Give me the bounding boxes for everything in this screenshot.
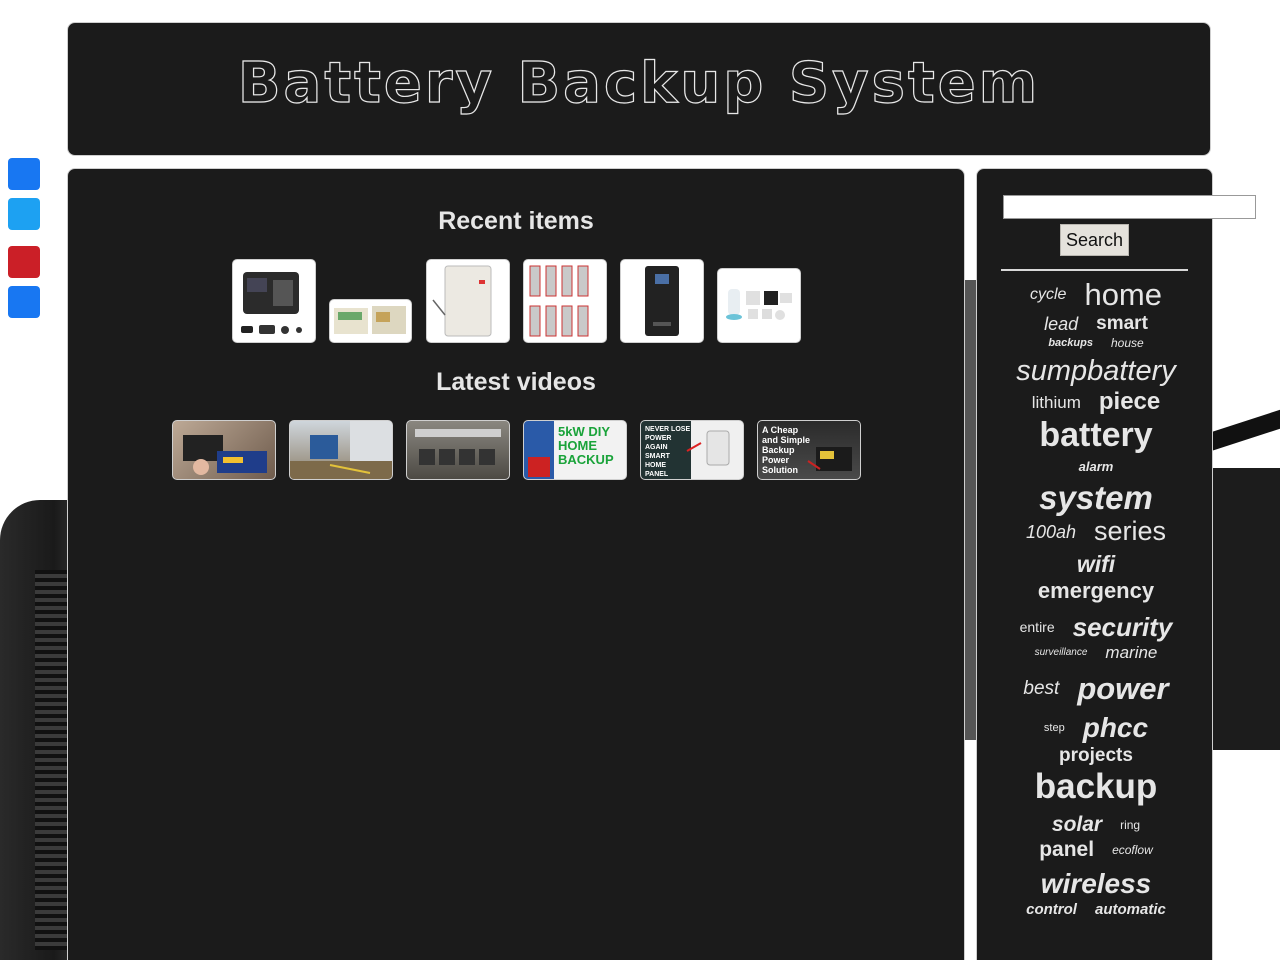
- sidebar-divider: [1001, 269, 1188, 271]
- tag-link[interactable]: projects: [1059, 746, 1133, 765]
- search-input[interactable]: [1003, 195, 1256, 219]
- tag-link[interactable]: wireless: [1041, 870, 1152, 898]
- tag-link[interactable]: lead: [1044, 315, 1078, 333]
- tag-link[interactable]: best: [1023, 679, 1059, 698]
- tag-link[interactable]: power: [1077, 673, 1168, 704]
- tag-link[interactable]: entire: [1020, 620, 1055, 634]
- recent-item-alarm-kit[interactable]: [717, 268, 801, 343]
- recent-item-ups-white[interactable]: [426, 259, 510, 343]
- search-button[interactable]: Search: [1060, 224, 1129, 256]
- video-thumb[interactable]: 5kW DIY HOME BACKUP: [523, 420, 627, 480]
- video-caption: A Cheap and Simple Backup Power Solution: [762, 425, 811, 475]
- sidebar: Search cycle home lead smart backups house …: [976, 168, 1256, 960]
- tag-link[interactable]: ring: [1120, 819, 1140, 831]
- recent-items-heading: Recent items: [438, 207, 594, 235]
- tag-link[interactable]: piece: [1099, 390, 1160, 414]
- recent-item-battery-packs[interactable]: [523, 259, 607, 343]
- share-bar: [8, 158, 40, 326]
- pinterest-share-button[interactable]: [8, 246, 40, 278]
- generic-share-button[interactable]: [8, 286, 40, 318]
- tag-link[interactable]: panel: [1039, 839, 1094, 860]
- tag-link[interactable]: wifi: [1077, 553, 1115, 576]
- tag-link[interactable]: home: [1084, 279, 1162, 310]
- tag-link[interactable]: alarm: [1079, 460, 1114, 473]
- tag-link[interactable]: solar: [1052, 814, 1102, 835]
- twitter-share-button[interactable]: [8, 198, 40, 230]
- video-caption: 5kW DIY HOME BACKUP: [558, 424, 614, 467]
- tag-link[interactable]: step: [1044, 722, 1065, 734]
- tag-link[interactable]: lithium: [1032, 394, 1081, 411]
- video-thumb[interactable]: [289, 420, 393, 480]
- video-caption: NEVER LOSE POWER AGAIN SMART HOME PANEL: [645, 426, 691, 478]
- video-thumb[interactable]: A Cheap and Simple Backup Power Solution: [757, 420, 861, 480]
- main-content: Recent items Latest videos 5kW DIY HOME …: [67, 168, 965, 960]
- facebook-share-button[interactable]: [8, 158, 40, 190]
- recent-items-row: [232, 259, 802, 343]
- tag-link[interactable]: 100ah: [1026, 523, 1076, 541]
- recent-item-battery-boxes[interactable]: [329, 299, 412, 343]
- tag-link[interactable]: security: [1073, 614, 1173, 640]
- tag-link[interactable]: system: [1039, 481, 1153, 514]
- tag-link[interactable]: ecoflow: [1112, 844, 1153, 856]
- recent-item-power-station[interactable]: [232, 259, 316, 343]
- tag-link[interactable]: house: [1111, 337, 1144, 349]
- tag-link[interactable]: phcc: [1083, 714, 1148, 742]
- video-thumb[interactable]: [172, 420, 276, 480]
- latest-videos-row: 5kW DIY HOME BACKUP NEVER LOSE POWER AGA…: [172, 420, 862, 480]
- site-title[interactable]: Battery Backup System: [68, 23, 1210, 116]
- tag-link[interactable]: backup: [1035, 769, 1158, 804]
- tag-link[interactable]: surveillance: [1035, 647, 1088, 658]
- tag-link[interactable]: battery: [1039, 418, 1152, 452]
- tag-link[interactable]: control: [1026, 902, 1077, 917]
- latest-videos-heading: Latest videos: [436, 368, 596, 396]
- tag-link[interactable]: series: [1094, 518, 1166, 545]
- site-header: Battery Backup System: [67, 22, 1211, 156]
- tag-cloud: cycle home lead smart backups house sumpbat…: [999, 277, 1193, 919]
- tag-link[interactable]: backups: [1048, 337, 1093, 349]
- recent-item-ups-black[interactable]: [620, 259, 704, 343]
- video-thumb[interactable]: [406, 420, 510, 480]
- video-thumb[interactable]: NEVER LOSE POWER AGAIN SMART HOME PANEL: [640, 420, 744, 480]
- tag-link[interactable]: emergency: [1038, 580, 1154, 602]
- tag-link[interactable]: marine: [1105, 644, 1157, 661]
- tag-link[interactable]: cycle: [1030, 286, 1066, 303]
- tag-link[interactable]: automatic: [1095, 902, 1166, 917]
- tag-link[interactable]: smart: [1096, 314, 1148, 333]
- tag-link[interactable]: sumpbattery: [1016, 357, 1176, 386]
